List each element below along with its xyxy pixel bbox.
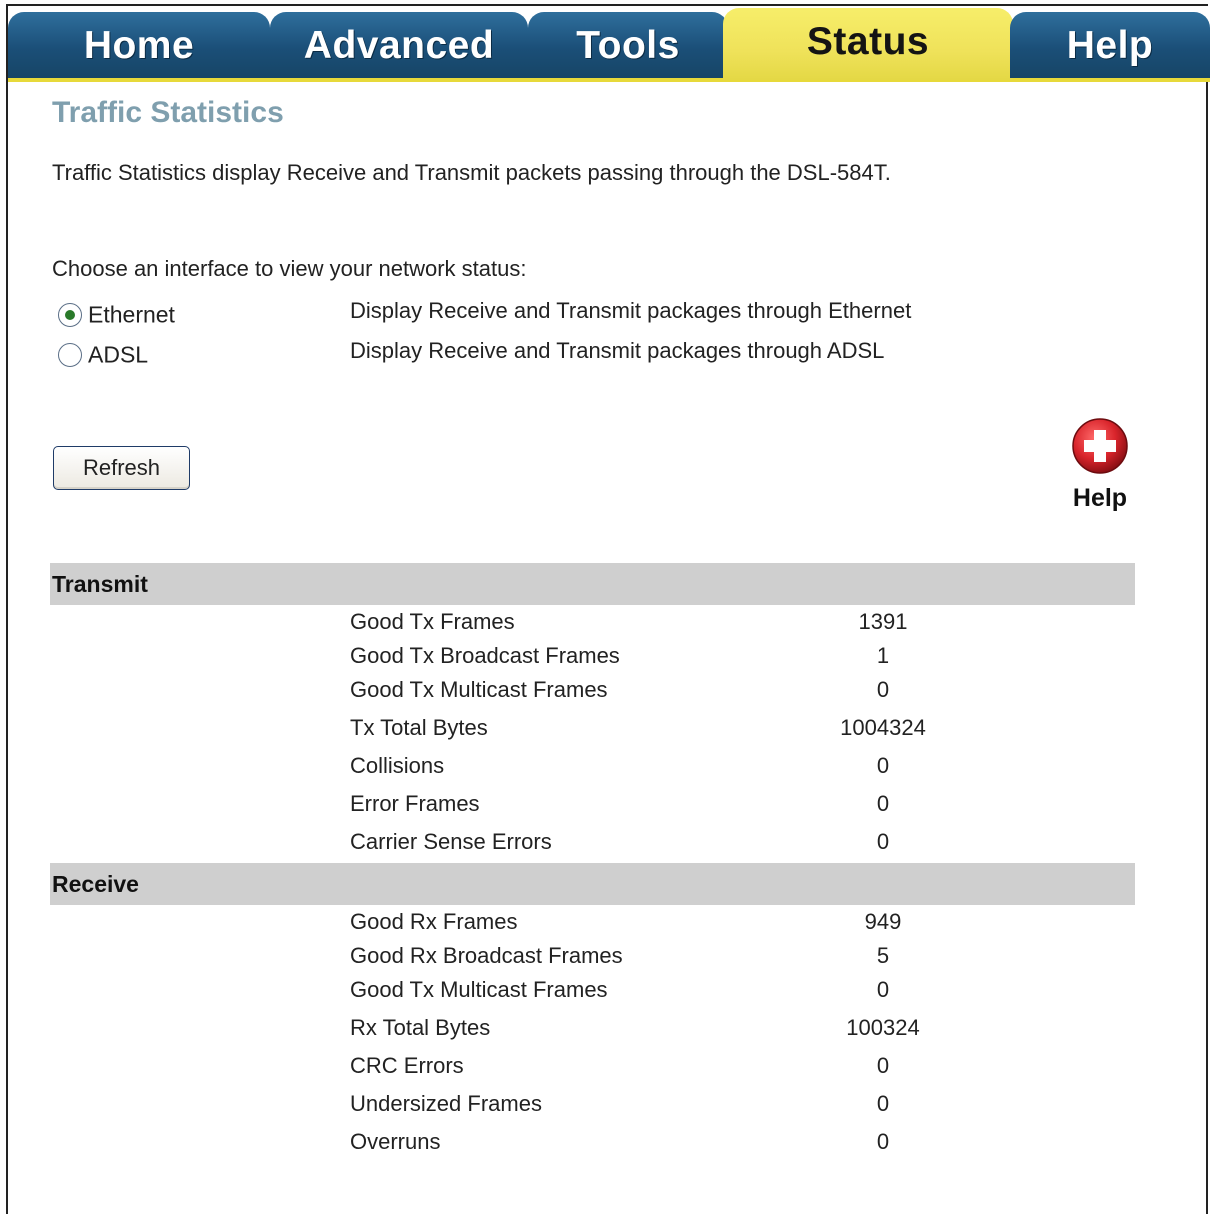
stat-value: 0 (876, 677, 890, 702)
ethernet-description: Display Receive and Transmit packages th… (350, 298, 912, 323)
stat-value: 5 (876, 943, 890, 968)
help-widget[interactable]: Help (1066, 418, 1134, 518)
ethernet-radio-label: Ethernet (88, 301, 175, 328)
stat-label: Good Tx Broadcast Frames (350, 643, 620, 668)
stat-label: Carrier Sense Errors (350, 829, 552, 854)
stat-value: 0 (876, 791, 890, 816)
stat-value: 1391 (858, 609, 908, 634)
stat-value: 949 (864, 909, 902, 934)
tab-help-label: Help (1066, 24, 1154, 67)
page-description: Traffic Statistics display Receive and T… (52, 160, 891, 185)
interface-option-adsl[interactable]: ADSL (58, 340, 148, 368)
stat-row: Tx Total Bytes 1004324 (0, 715, 1212, 749)
stat-label: CRC Errors (350, 1053, 464, 1078)
tab-home[interactable]: Home (8, 12, 270, 78)
stat-row: Good Tx Broadcast Frames 1 (0, 643, 1212, 677)
tab-tools-label: Tools (576, 24, 680, 67)
tab-advanced-label: Advanced (303, 24, 495, 67)
ethernet-radio[interactable] (58, 302, 82, 327)
help-label: Help (1072, 484, 1128, 512)
stat-value: 0 (876, 1053, 890, 1078)
receive-section-header: Receive (50, 863, 1135, 905)
stat-value: 1 (876, 643, 890, 668)
stat-label: Rx Total Bytes (350, 1015, 491, 1040)
stat-value: 0 (876, 753, 890, 778)
stat-row: Good Rx Broadcast Frames 5 (0, 943, 1212, 977)
stat-value: 100324 (846, 1015, 920, 1040)
stat-label: Good Tx Frames (350, 609, 515, 634)
adsl-radio[interactable] (58, 342, 82, 367)
stat-value: 0 (876, 1129, 890, 1154)
tab-home-label: Home (83, 24, 195, 67)
stat-row: CRC Errors 0 (0, 1053, 1212, 1087)
tab-advanced[interactable]: Advanced (270, 12, 528, 78)
stat-row: Good Tx Frames 1391 (0, 609, 1212, 643)
choose-interface-label: Choose an interface to view your network… (52, 256, 527, 281)
stat-label: Good Rx Frames (350, 909, 518, 934)
stat-row: Rx Total Bytes 100324 (0, 1015, 1212, 1049)
interface-option-ethernet[interactable]: Ethernet (58, 300, 175, 328)
adsl-radio-label: ADSL (88, 341, 149, 368)
tab-status[interactable]: Status (723, 8, 1013, 80)
stat-label: Error Frames (350, 791, 480, 816)
stat-value: 1004324 (840, 715, 926, 740)
tab-status-label: Status (806, 20, 930, 63)
tab-tools[interactable]: Tools (528, 12, 728, 78)
stat-row: Good Rx Frames 949 (0, 909, 1212, 943)
stat-label: Overruns (350, 1129, 441, 1154)
stat-label: Undersized Frames (350, 1091, 542, 1116)
stat-value: 0 (876, 829, 890, 854)
help-plus-icon (1072, 418, 1128, 474)
tab-help[interactable]: Help (1010, 12, 1210, 78)
stat-value: 0 (876, 1091, 890, 1116)
tab-bar: Home Advanced Tools Status Help (8, 6, 1210, 82)
adsl-description: Display Receive and Transmit packages th… (350, 338, 885, 363)
refresh-button[interactable]: Refresh (53, 446, 190, 490)
transmit-section-header: Transmit (50, 563, 1135, 605)
stat-row: Collisions 0 (0, 753, 1212, 787)
stat-row: Error Frames 0 (0, 791, 1212, 825)
stat-row: Good Tx Multicast Frames 0 (0, 977, 1212, 1011)
stat-label: Good Tx Multicast Frames (350, 677, 608, 702)
stat-value: 0 (876, 977, 890, 1002)
stat-row: Carrier Sense Errors 0 (0, 829, 1212, 863)
stat-row: Good Tx Multicast Frames 0 (0, 677, 1212, 711)
stat-row: Undersized Frames 0 (0, 1091, 1212, 1125)
page-title: Traffic Statistics (52, 96, 284, 129)
stat-label: Tx Total Bytes (350, 715, 488, 740)
stat-row: Overruns 0 (0, 1129, 1212, 1163)
stat-label: Good Rx Broadcast Frames (350, 943, 623, 968)
stat-label: Collisions (350, 753, 445, 778)
stat-label: Good Tx Multicast Frames (350, 977, 608, 1002)
